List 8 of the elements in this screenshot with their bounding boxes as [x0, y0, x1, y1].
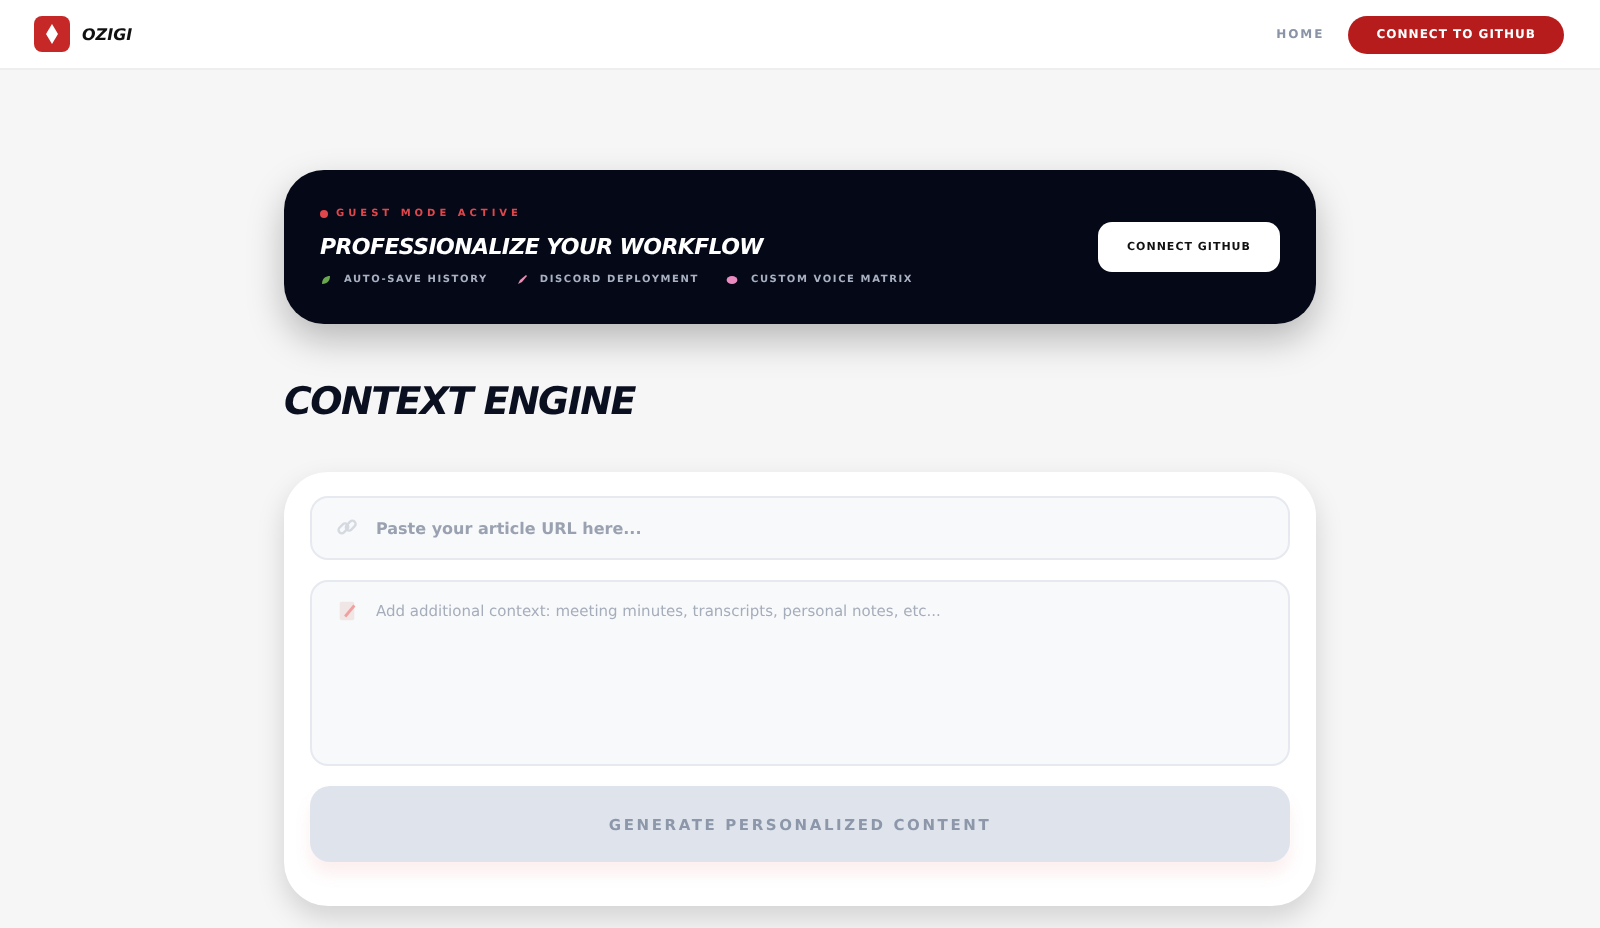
banner-title: PROFESSIONALIZE YOUR WORKFLOW — [320, 234, 767, 260]
page-heading: CONTEXT ENGINE — [284, 380, 638, 424]
logo-icon — [34, 16, 70, 52]
url-field[interactable]: Paste your article URL here... — [310, 496, 1290, 560]
link-icon — [336, 516, 358, 538]
brand-name: OZIGI — [82, 25, 133, 43]
status-dot-icon — [320, 210, 328, 218]
leaf-icon — [320, 274, 332, 286]
